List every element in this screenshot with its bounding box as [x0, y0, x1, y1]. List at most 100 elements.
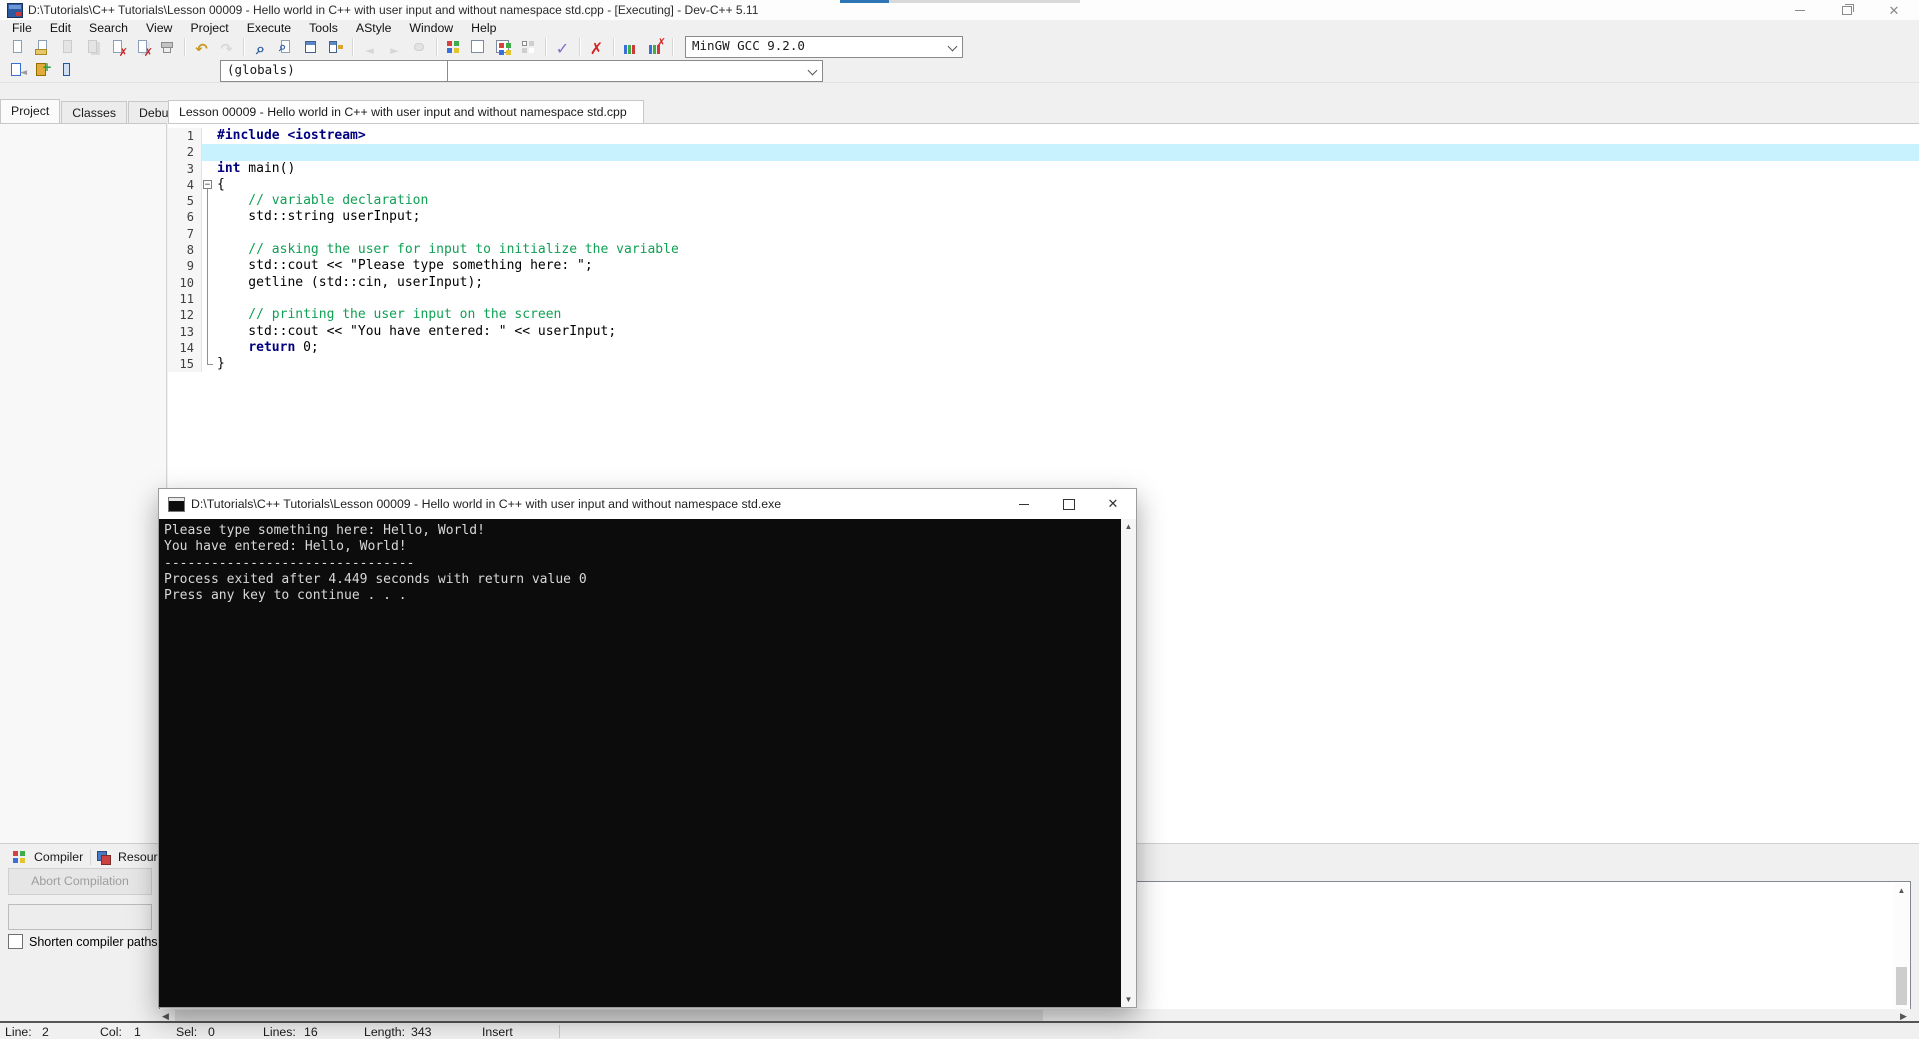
menu-search[interactable]: Search — [80, 21, 137, 35]
replace-button[interactable] — [298, 36, 323, 58]
code-line-8[interactable]: 8 // asking the user for input to initia… — [168, 242, 1919, 258]
console-window[interactable]: D:\Tutorials\C++ Tutorials\Lesson 00009 … — [158, 488, 1137, 1008]
code-line-15[interactable]: 15} — [168, 356, 1919, 372]
code-line-12[interactable]: 12 // printing the user input on the scr… — [168, 307, 1919, 323]
console-output-area[interactable]: Please type something here: Hello, World… — [159, 519, 1136, 1007]
code-line-3[interactable]: 3int main() — [168, 161, 1919, 177]
forward-button[interactable] — [382, 36, 407, 58]
undo-button[interactable] — [189, 36, 214, 58]
code-line-9[interactable]: 9 std::cout << "Please type something he… — [168, 258, 1919, 274]
profile-button[interactable] — [618, 36, 643, 58]
goto-declaration-icon — [411, 39, 428, 55]
restore-button[interactable] — [1830, 0, 1864, 20]
menu-file[interactable]: File — [3, 21, 41, 35]
find-button[interactable] — [248, 36, 273, 58]
status-col-label: Col: — [100, 1025, 122, 1039]
console-icon — [168, 497, 185, 512]
save-all-button[interactable] — [80, 36, 105, 58]
abort-compilation-icon — [588, 39, 605, 55]
scrollbar-thumb[interactable] — [1896, 967, 1907, 1005]
compile-button[interactable] — [550, 36, 575, 58]
code-line-1[interactable]: 1#include <iostream> — [168, 128, 1919, 144]
save-icon — [59, 39, 76, 55]
editor-tab-strip: Lesson 00009 - Hello world in C++ with u… — [168, 99, 1919, 123]
menu-view[interactable]: View — [137, 21, 181, 35]
menu-window[interactable]: Window — [400, 21, 462, 35]
goto-line-icon — [327, 39, 344, 55]
shorten-compiler-paths-checkbox[interactable] — [8, 934, 23, 949]
project-panel[interactable] — [0, 123, 167, 846]
console-vertical-scrollbar[interactable]: ▲ ▼ — [1121, 519, 1136, 1007]
menu-tools[interactable]: Tools — [300, 21, 347, 35]
close-all-icon — [134, 39, 151, 55]
status-line-value: 2 — [42, 1025, 49, 1039]
code-line-4[interactable]: 4{ — [168, 177, 1919, 193]
menu-help[interactable]: Help — [462, 21, 505, 35]
code-line-13[interactable]: 13 std::cout << "You have entered: " << … — [168, 324, 1919, 340]
status-bar: Line: 2 Col: 1 Sel: 0 Lines: 16 Length: … — [0, 1021, 1919, 1039]
console-line-4: Process exited after 4.449 seconds with … — [164, 572, 1116, 588]
redo-button[interactable] — [214, 36, 239, 58]
log-vertical-scrollbar[interactable]: ▲ ▼ — [1894, 883, 1909, 1023]
menu-edit[interactable]: Edit — [41, 21, 80, 35]
delete-profiling-icon — [647, 39, 664, 55]
close-all-button[interactable] — [130, 36, 155, 58]
project-options-button[interactable] — [491, 36, 516, 58]
console-line-3: -------------------------------- — [164, 556, 1116, 572]
scroll-up-icon[interactable]: ▲ — [1121, 519, 1136, 534]
goto-line-button[interactable] — [323, 36, 348, 58]
tab-compiler[interactable]: Compiler — [4, 847, 91, 867]
scroll-down-icon[interactable]: ▼ — [1121, 992, 1136, 1007]
menu-bar: FileEditSearchViewProjectExecuteToolsASt… — [0, 20, 1919, 35]
abort-compilation-button[interactable]: Abort Compilation — [8, 868, 152, 895]
toolbar-separator — [672, 38, 673, 56]
console-title-bar[interactable]: D:\Tutorials\C++ Tutorials\Lesson 00009 … — [159, 489, 1136, 519]
save-all-icon — [84, 39, 101, 55]
print-button[interactable] — [155, 36, 180, 58]
tab-classes[interactable]: Classes — [61, 101, 127, 125]
code-line-2[interactable]: 2 — [168, 144, 1919, 160]
package-manager-button[interactable] — [516, 36, 541, 58]
open-button[interactable] — [30, 36, 55, 58]
members-select[interactable] — [447, 60, 823, 82]
menu-execute[interactable]: Execute — [238, 21, 300, 35]
code-line-6[interactable]: 6 std::string userInput; — [168, 209, 1919, 225]
goto-bookmarks-button[interactable] — [55, 59, 80, 81]
scroll-up-icon[interactable]: ▲ — [1894, 883, 1909, 898]
find-in-files-button[interactable] — [273, 36, 298, 58]
back-button[interactable] — [357, 36, 382, 58]
insert-icon — [9, 62, 26, 78]
code-line-11[interactable]: 11 — [168, 291, 1919, 307]
code-line-10[interactable]: 10 getline (std::cin, userInput); — [168, 275, 1919, 291]
remove-from-project-button[interactable] — [466, 36, 491, 58]
compiler-select[interactable]: MinGW GCC 9.2.0 — [685, 36, 963, 58]
minimize-button[interactable] — [1783, 0, 1817, 20]
code-line-7[interactable]: 7 — [168, 226, 1919, 242]
abort-compilation-button[interactable] — [584, 36, 609, 58]
delete-profiling-button[interactable] — [643, 36, 668, 58]
goto-declaration-button[interactable] — [407, 36, 432, 58]
toggle-bookmarks-button[interactable] — [30, 59, 55, 81]
open-icon — [34, 39, 51, 55]
close-button[interactable] — [105, 36, 130, 58]
tab-project[interactable]: Project — [0, 99, 60, 125]
console-line-1: Please type something here: Hello, World… — [164, 523, 1116, 539]
console-title: D:\Tutorials\C++ Tutorials\Lesson 00009 … — [191, 489, 781, 519]
dev-cpp-window: D:\Tutorials\C++ Tutorials\Lesson 00009 … — [0, 0, 1919, 1039]
console-maximize-button[interactable] — [1047, 489, 1091, 519]
new-source-button[interactable] — [5, 36, 30, 58]
menu-project[interactable]: Project — [181, 21, 237, 35]
save-button[interactable] — [55, 36, 80, 58]
globals-select[interactable]: (globals) — [220, 60, 469, 82]
close-button[interactable]: ✕ — [1877, 0, 1911, 20]
toolbar-separator — [613, 38, 614, 56]
code-line-14[interactable]: 14 return 0; — [168, 340, 1919, 356]
console-close-button[interactable]: ✕ — [1091, 489, 1135, 519]
console-minimize-button[interactable] — [1002, 489, 1046, 519]
editor-tab[interactable]: Lesson 00009 - Hello world in C++ with u… — [168, 100, 644, 124]
compile-progress-bar — [8, 904, 152, 930]
code-line-5[interactable]: 5 // variable declaration — [168, 193, 1919, 209]
insert-button[interactable] — [5, 59, 30, 81]
menu-astyle[interactable]: AStyle — [347, 21, 401, 35]
new-project-button[interactable] — [441, 36, 466, 58]
